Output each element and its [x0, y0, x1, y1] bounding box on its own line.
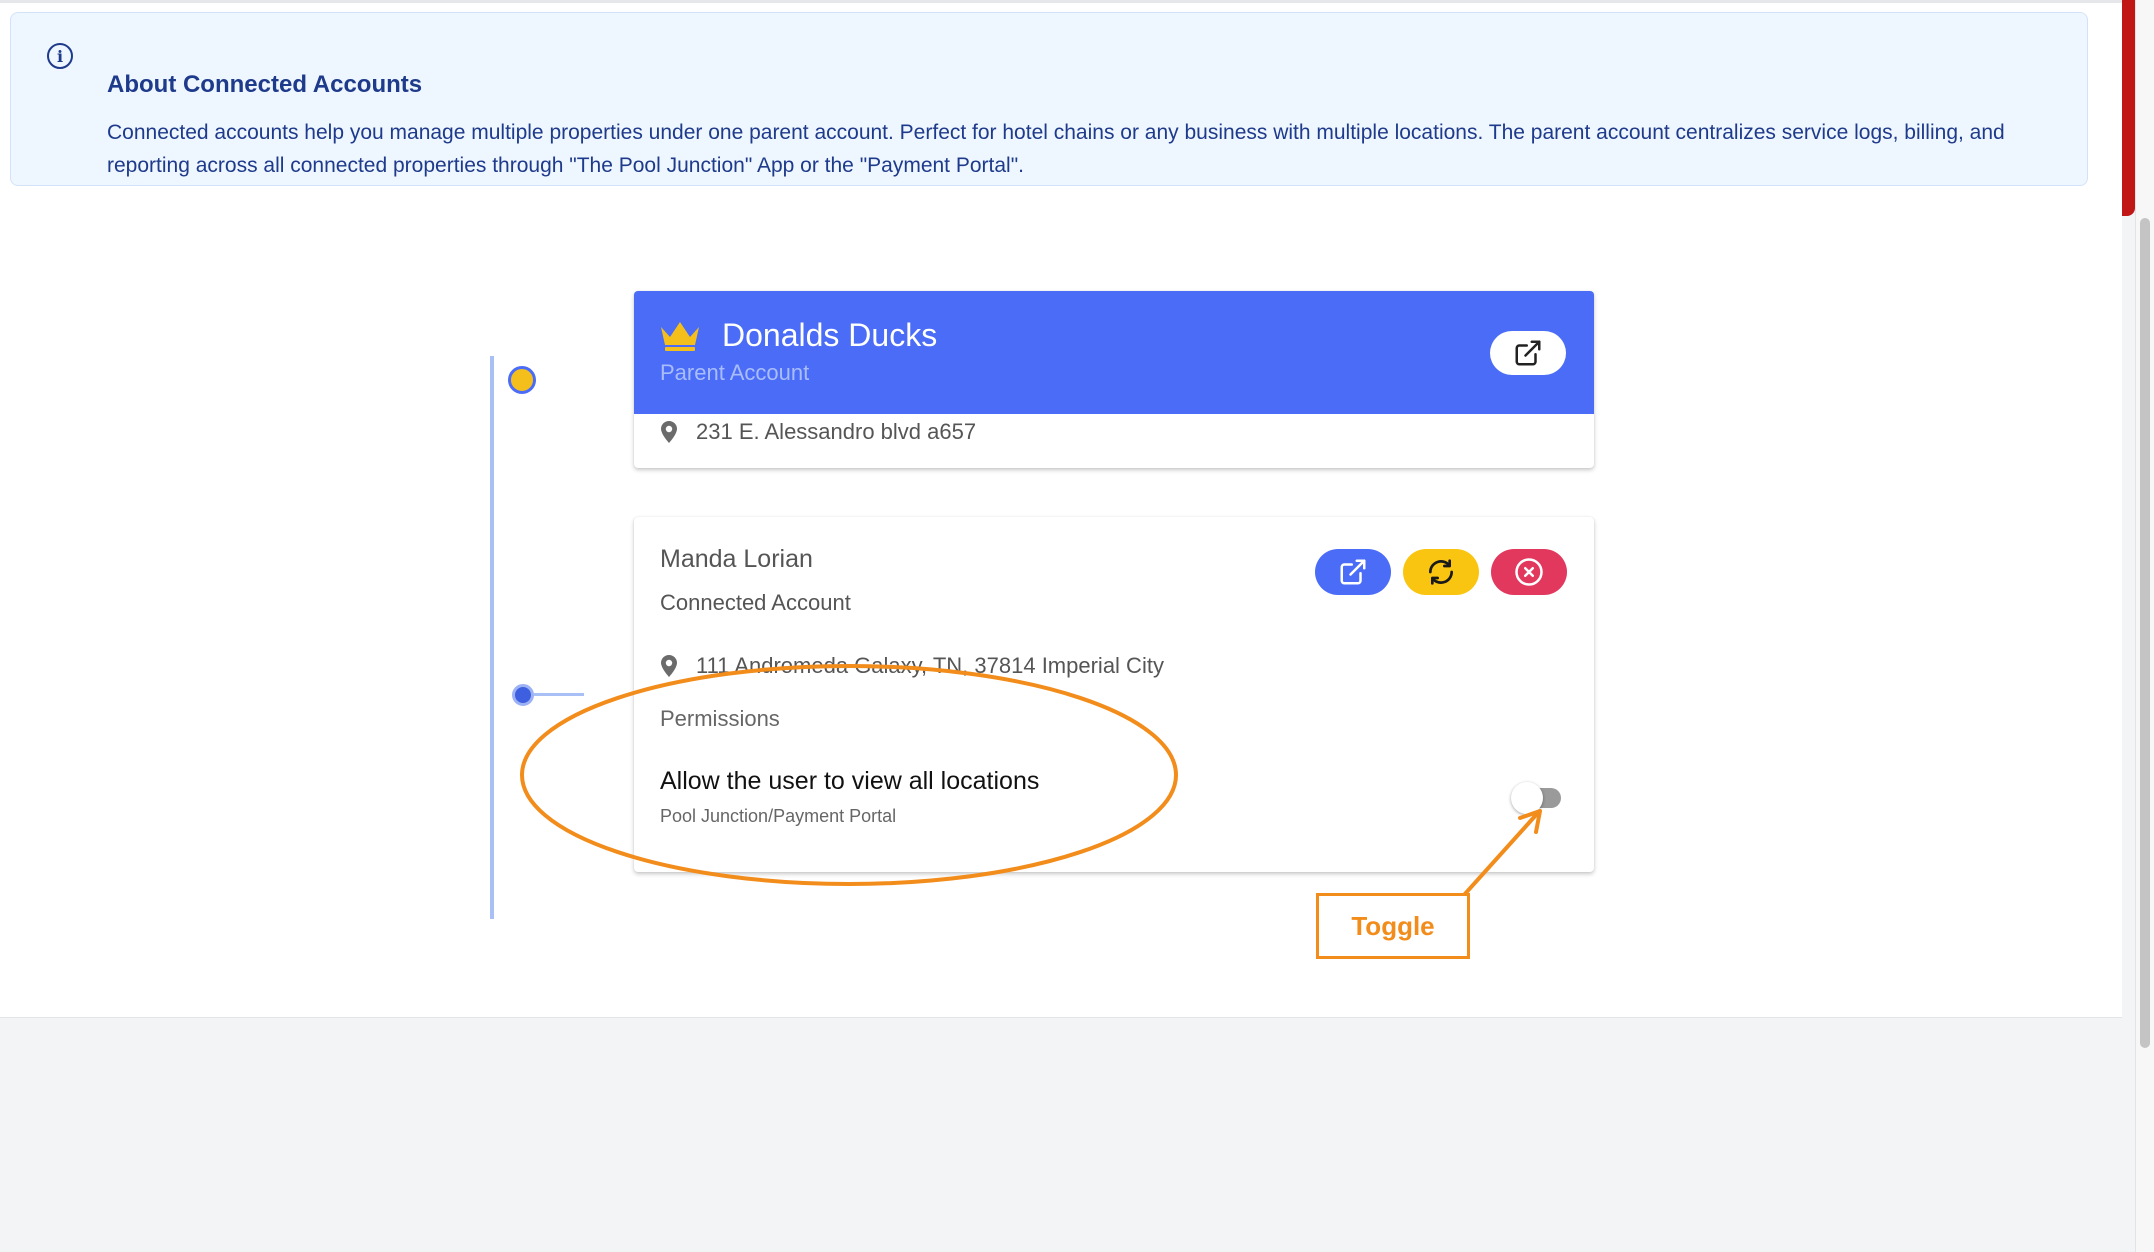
- parent-account-header: Donalds Ducks Parent Account: [634, 291, 1594, 414]
- timeline-dot-parent: [508, 366, 536, 394]
- timeline-line: [490, 356, 494, 919]
- annotation-highlight-ellipse: [520, 664, 1178, 886]
- annotation-arrow: [1462, 809, 1542, 897]
- sync-account-button[interactable]: [1403, 549, 1479, 595]
- info-icon: i: [47, 43, 73, 69]
- location-pin-icon: [661, 421, 677, 443]
- external-link-icon: [1515, 340, 1541, 366]
- open-connected-account-button[interactable]: [1315, 549, 1391, 595]
- parent-account-label: Parent Account: [660, 360, 810, 385]
- parent-address: 231 E. Alessandro blvd a657: [696, 419, 977, 444]
- toggle-callout-label: Toggle: [1316, 893, 1470, 959]
- remove-connection-button[interactable]: [1491, 549, 1567, 595]
- red-side-accent: [2122, 0, 2135, 216]
- connected-account-label: Connected Account: [660, 590, 851, 615]
- sync-icon: [1429, 559, 1453, 585]
- remove-icon: [1515, 558, 1543, 586]
- external-link-icon: [1340, 559, 1366, 585]
- info-title: About Connected Accounts: [107, 71, 423, 98]
- crown-icon: [661, 322, 699, 351]
- connected-account-name: Manda Lorian: [660, 545, 813, 573]
- info-description: Connected accounts help you manage multi…: [107, 121, 2005, 177]
- parent-address-row: 231 E. Alessandro blvd a657: [660, 419, 976, 445]
- connected-accounts-info-box: i About Connected Accounts Connected acc…: [10, 12, 2088, 186]
- parent-account-name: Donalds Ducks: [722, 317, 938, 353]
- open-parent-account-button[interactable]: [1490, 331, 1566, 375]
- parent-account-card: Donalds Ducks Parent Account 231 E. Ales…: [634, 291, 1594, 468]
- scrollbar-thumb[interactable]: [2140, 218, 2150, 1048]
